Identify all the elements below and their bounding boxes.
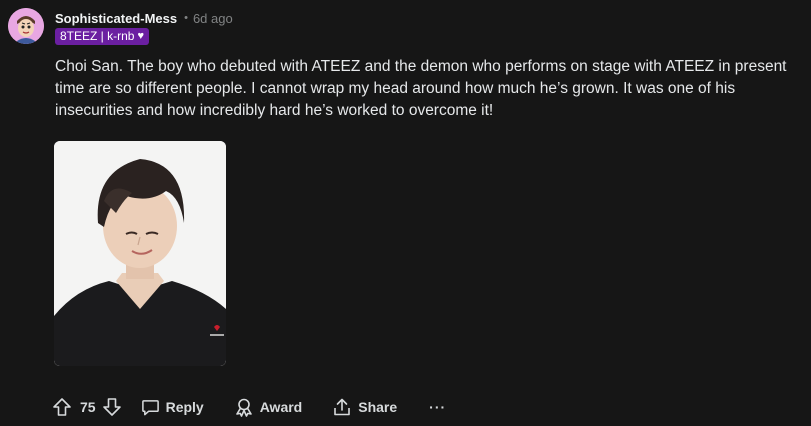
action-bar: 75 Reply Award Share ··· bbox=[52, 394, 446, 420]
reply-label: Reply bbox=[165, 399, 204, 415]
avatar-icon bbox=[8, 8, 44, 44]
comment: Sophisticated-Mess • 6d ago 8TEEZ | k-rn… bbox=[0, 0, 811, 426]
share-upload-icon bbox=[334, 398, 351, 416]
share-button[interactable]: Share bbox=[332, 397, 397, 417]
comment-header: Sophisticated-Mess • 6d ago bbox=[55, 8, 233, 28]
award-ribbon-icon bbox=[235, 398, 252, 417]
vote-count: 75 bbox=[80, 399, 96, 415]
flair-text: 8TEEZ | k-rnb bbox=[60, 29, 135, 43]
portrait-illustration bbox=[54, 141, 226, 366]
comment-body: Choi San. The boy who debuted with ATEEZ… bbox=[55, 58, 787, 119]
separator-dot: • bbox=[184, 12, 188, 24]
downvote-button[interactable] bbox=[102, 397, 122, 417]
upvote-button[interactable] bbox=[52, 397, 72, 417]
reply-button[interactable]: Reply bbox=[141, 398, 204, 417]
avatar[interactable] bbox=[8, 8, 44, 44]
arrow-down-icon bbox=[102, 398, 121, 416]
more-options-button[interactable]: ··· bbox=[429, 400, 446, 414]
username-link[interactable]: Sophisticated-Mess bbox=[55, 11, 177, 26]
share-label: Share bbox=[358, 399, 398, 415]
speech-bubble-icon bbox=[141, 399, 159, 415]
ellipsis-icon: ··· bbox=[429, 399, 447, 415]
user-flair: 8TEEZ | k-rnb ♥ bbox=[55, 28, 149, 45]
award-button[interactable]: Award bbox=[234, 397, 303, 417]
timestamp[interactable]: 6d ago bbox=[193, 11, 233, 26]
award-label: Award bbox=[259, 399, 303, 415]
comment-image[interactable] bbox=[54, 141, 226, 366]
flair-heart-icon: ♥ bbox=[137, 30, 144, 42]
arrow-up-icon bbox=[53, 398, 71, 416]
